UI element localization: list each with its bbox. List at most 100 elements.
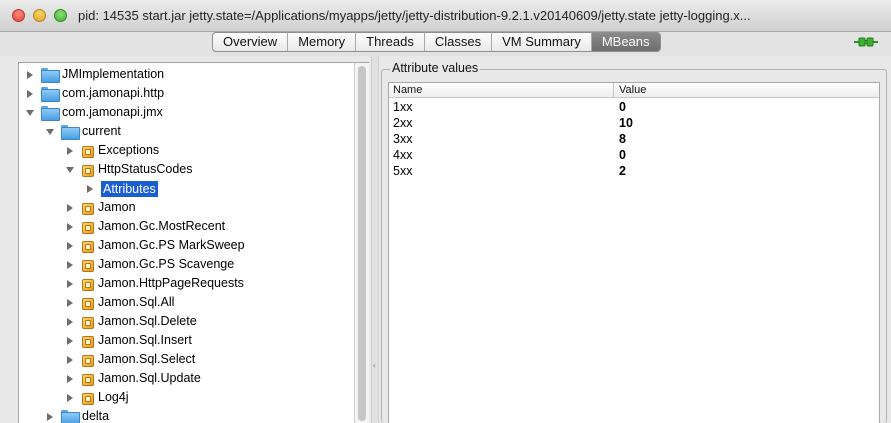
tree-node-label[interactable]: com.jamonapi.http xyxy=(62,84,164,103)
title-bar: pid: 14535 start.jar jetty.state=/Applic… xyxy=(0,0,891,32)
tree-node[interactable]: Log4j xyxy=(65,388,129,407)
mbeans-content: JMImplementation com.jamonapi.http com.jam… xyxy=(0,56,891,423)
minimize-window-button[interactable] xyxy=(33,9,46,22)
table-row[interactable]: 4xx 0 xyxy=(389,147,879,163)
tree-node-label[interactable]: Attributes xyxy=(101,180,158,197)
table-row[interactable]: 3xx 8 xyxy=(389,131,879,147)
tab-overview[interactable]: Overview xyxy=(213,33,289,51)
tree-node-label[interactable]: Exceptions xyxy=(98,141,159,160)
tree-node-label[interactable]: current xyxy=(82,122,121,141)
tree-node[interactable]: Jamon.Sql.All xyxy=(65,293,174,312)
collapsed-arrow-icon[interactable] xyxy=(65,350,75,369)
collapsed-arrow-icon[interactable] xyxy=(65,331,75,350)
expanded-arrow-icon[interactable] xyxy=(65,160,75,179)
collapsed-arrow-icon[interactable] xyxy=(65,236,75,255)
tab-vm-summary[interactable]: VM Summary xyxy=(492,33,592,51)
attribute-value-cell: 0 xyxy=(619,148,626,162)
tab-threads[interactable]: Threads xyxy=(356,33,425,51)
tree-node-label[interactable]: Jamon.Sql.Update xyxy=(98,369,201,388)
tree-node[interactable]: com.jamonapi.jmx xyxy=(25,103,163,122)
tree-node[interactable]: Jamon.Gc.MostRecent xyxy=(65,217,225,236)
close-window-button[interactable] xyxy=(12,9,25,22)
expanded-arrow-icon[interactable] xyxy=(45,122,55,141)
attribute-name-cell: 4xx xyxy=(393,148,413,162)
folder-icon xyxy=(41,106,60,121)
tree-vertical-scrollbar[interactable] xyxy=(354,62,369,423)
tree-node[interactable]: JMImplementation xyxy=(25,65,164,84)
tree-node-label[interactable]: Jamon.Sql.All xyxy=(98,293,174,312)
collapsed-arrow-icon[interactable] xyxy=(65,217,75,236)
tree-node[interactable]: Attributes xyxy=(85,179,158,198)
tree-node-label[interactable]: Jamon.Gc.MostRecent xyxy=(98,217,225,236)
tree-node[interactable]: Jamon.HttpPageRequests xyxy=(65,274,244,293)
attribute-values-group: Attribute values Name Value 1xx 0 2xx 10 3xx… xyxy=(381,61,887,423)
collapsed-arrow-icon[interactable] xyxy=(65,293,75,312)
tree-node-label[interactable]: com.jamonapi.jmx xyxy=(62,103,163,122)
tree-node-label[interactable]: HttpStatusCodes xyxy=(98,160,193,179)
tab-classes[interactable]: Classes xyxy=(425,33,493,51)
tree-node-label[interactable]: Jamon.HttpPageRequests xyxy=(98,274,244,293)
tree-node-label[interactable]: Jamon.Gc.PS Scavenge xyxy=(98,255,234,274)
tree-node[interactable]: com.jamonapi.http xyxy=(25,84,164,103)
table-row[interactable]: 1xx 0 xyxy=(389,99,879,115)
mbean-icon xyxy=(81,373,93,385)
table-row[interactable]: 5xx 2 xyxy=(389,163,879,179)
folder-icon xyxy=(61,125,80,140)
tree-scrollbar-thumb[interactable] xyxy=(358,66,366,421)
mbean-icon xyxy=(81,392,93,404)
collapsed-arrow-icon[interactable] xyxy=(65,274,75,293)
attribute-value-cell: 8 xyxy=(619,132,626,146)
collapsed-arrow-icon[interactable] xyxy=(65,369,75,388)
collapsed-arrow-icon[interactable] xyxy=(65,312,75,331)
expanded-arrow-icon[interactable] xyxy=(25,103,35,122)
collapsed-arrow-icon[interactable] xyxy=(65,255,75,274)
mbean-icon xyxy=(81,240,93,252)
mbean-icon xyxy=(81,221,93,233)
tree-node[interactable]: Jamon.Sql.Insert xyxy=(65,331,192,350)
folder-icon xyxy=(41,87,60,102)
attribute-name-cell: 5xx xyxy=(393,164,413,178)
tab-memory[interactable]: Memory xyxy=(288,33,357,51)
attribute-table: Name Value 1xx 0 2xx 10 3xx 8 4xx 0 5xx 2 xyxy=(388,82,880,423)
tree-node-label[interactable]: Log4j xyxy=(98,388,129,407)
tree-node-label[interactable]: Jamon.Sql.Delete xyxy=(98,312,197,331)
tree-node[interactable]: delta xyxy=(45,407,109,423)
collapsed-arrow-icon[interactable] xyxy=(45,407,55,423)
column-header-value[interactable]: Value xyxy=(615,83,879,98)
collapsed-arrow-icon[interactable] xyxy=(65,388,75,407)
collapsed-arrow-icon[interactable] xyxy=(65,141,75,160)
column-header-name[interactable]: Name xyxy=(389,83,614,98)
mbean-icon xyxy=(81,297,93,309)
tab-mbeans[interactable]: MBeans xyxy=(591,33,660,51)
attribute-value-cell: 10 xyxy=(619,116,633,130)
tree-node-label[interactable]: Jamon.Sql.Insert xyxy=(98,331,192,350)
folder-icon xyxy=(61,410,80,423)
attribute-values-legend: Attribute values xyxy=(390,61,481,75)
tree-node[interactable]: Jamon xyxy=(65,198,136,217)
table-row[interactable]: 2xx 10 xyxy=(389,115,879,131)
tree-node-label[interactable]: delta xyxy=(82,407,109,423)
split-pane-divider[interactable]: ‹ xyxy=(371,56,379,423)
zoom-window-button[interactable] xyxy=(54,9,67,22)
tree-node-label[interactable]: Jamon xyxy=(98,198,136,217)
collapsed-arrow-icon[interactable] xyxy=(25,84,35,103)
tree-node-label[interactable]: Jamon.Gc.PS MarkSweep xyxy=(98,236,245,255)
collapsed-arrow-icon[interactable] xyxy=(85,179,95,198)
tree-node-label[interactable]: JMImplementation xyxy=(62,65,164,84)
tree-node[interactable]: HttpStatusCodes xyxy=(65,160,193,179)
tree-node[interactable]: Jamon.Sql.Select xyxy=(65,350,195,369)
tree-node[interactable]: Jamon.Gc.PS MarkSweep xyxy=(65,236,245,255)
connection-plug-icon[interactable] xyxy=(854,35,878,49)
collapsed-arrow-icon[interactable] xyxy=(65,198,75,217)
mbean-icon xyxy=(81,202,93,214)
tree-node[interactable]: Jamon.Sql.Delete xyxy=(65,312,197,331)
attribute-name-cell: 3xx xyxy=(393,132,413,146)
tree-node[interactable]: current xyxy=(45,122,121,141)
collapsed-arrow-icon[interactable] xyxy=(25,65,35,84)
tree-node[interactable]: Jamon.Gc.PS Scavenge xyxy=(65,255,234,274)
tree-node-label[interactable]: Jamon.Sql.Select xyxy=(98,350,195,369)
attribute-name-cell: 1xx xyxy=(393,100,413,114)
window-title: pid: 14535 start.jar jetty.state=/Applic… xyxy=(78,8,751,23)
tree-node[interactable]: Exceptions xyxy=(65,141,159,160)
tree-node[interactable]: Jamon.Sql.Update xyxy=(65,369,201,388)
